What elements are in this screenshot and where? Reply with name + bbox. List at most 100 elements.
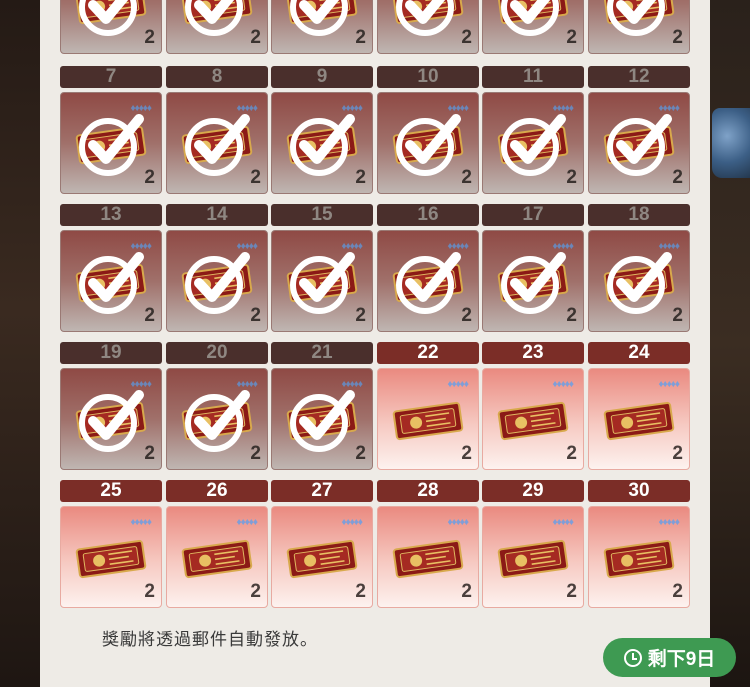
background-blue-object bbox=[712, 108, 750, 178]
checkmark-icon bbox=[79, 252, 144, 314]
reward-amount: 2 bbox=[250, 581, 261, 602]
reward-card[interactable]: ♦♦♦♦♦2 bbox=[60, 0, 162, 54]
reward-card[interactable]: ♦♦♦♦♦2 bbox=[60, 368, 162, 470]
checkmark-icon bbox=[290, 114, 355, 176]
reward-card[interactable]: ♦♦♦♦♦ 2 bbox=[482, 506, 584, 608]
reward-card[interactable]: ♦♦♦♦♦2 bbox=[60, 230, 162, 332]
reward-amount: 2 bbox=[355, 443, 366, 464]
reward-card[interactable]: ♦♦♦♦♦2 bbox=[377, 0, 479, 54]
reward-amount: 2 bbox=[672, 443, 683, 464]
gem-icons: ♦♦♦♦♦ bbox=[552, 517, 573, 528]
ticket-icon bbox=[497, 401, 569, 441]
gem-icons: ♦♦♦♦♦ bbox=[447, 379, 468, 390]
reward-card[interactable]: ♦♦♦♦♦2 bbox=[166, 230, 268, 332]
reward-card[interactable]: ♦♦♦♦♦2 bbox=[588, 230, 690, 332]
day-number-header: 11 bbox=[482, 66, 584, 88]
ticket-icon bbox=[392, 401, 464, 441]
reward-amount: 2 bbox=[672, 27, 683, 48]
reward-amount: 2 bbox=[250, 27, 261, 48]
reward-card[interactable]: ♦♦♦♦♦2 bbox=[482, 92, 584, 194]
reward-card[interactable]: ♦♦♦♦♦2 bbox=[588, 92, 690, 194]
day-number-header: 19 bbox=[60, 342, 162, 364]
reward-amount: 2 bbox=[566, 27, 577, 48]
reward-amount: 2 bbox=[461, 581, 472, 602]
reward-card[interactable]: ♦♦♦♦♦2 bbox=[271, 92, 373, 194]
reward-card[interactable]: ♦♦♦♦♦ 2 bbox=[377, 506, 479, 608]
day-number-header: 17 bbox=[482, 204, 584, 226]
day-number-header: 13 bbox=[60, 204, 162, 226]
reward-amount: 2 bbox=[355, 581, 366, 602]
day-number-header: 27 bbox=[271, 480, 373, 502]
clock-icon bbox=[623, 648, 642, 667]
ticket-icon bbox=[392, 539, 464, 579]
checkmark-icon bbox=[185, 0, 243, 36]
ticket-icon bbox=[286, 539, 358, 579]
day-number-header: 23 bbox=[482, 342, 584, 364]
footer-note: 獎勵將透過郵件自動發放。 bbox=[102, 630, 318, 649]
reward-amount: 2 bbox=[672, 581, 683, 602]
checkmark-icon bbox=[501, 252, 566, 314]
ticket-icon bbox=[603, 401, 675, 441]
reward-card[interactable]: ♦♦♦♦♦ 2 bbox=[482, 368, 584, 470]
day-number-header: 18 bbox=[588, 204, 690, 226]
checkmark-icon bbox=[185, 114, 250, 176]
reward-amount: 2 bbox=[250, 167, 261, 188]
day-number-header: 20 bbox=[166, 342, 268, 364]
reward-card[interactable]: ♦♦♦♦♦2 bbox=[166, 92, 268, 194]
reward-card[interactable]: ♦♦♦♦♦2 bbox=[271, 230, 373, 332]
ticket-icon bbox=[603, 539, 675, 579]
checkmark-icon bbox=[396, 252, 461, 314]
reward-amount: 2 bbox=[144, 305, 155, 326]
gem-icons: ♦♦♦♦♦ bbox=[447, 517, 468, 528]
checkmark-icon bbox=[607, 114, 672, 176]
checkmark-icon bbox=[185, 252, 250, 314]
checkmark-icon bbox=[290, 390, 355, 452]
day-number-header: 10 bbox=[377, 66, 479, 88]
reward-card[interactable]: ♦♦♦♦♦2 bbox=[377, 230, 479, 332]
reward-card[interactable]: ♦♦♦♦♦2 bbox=[377, 92, 479, 194]
checkmark-icon bbox=[501, 0, 559, 36]
reward-amount: 2 bbox=[566, 443, 577, 464]
reward-card[interactable]: ♦♦♦♦♦2 bbox=[166, 368, 268, 470]
checkmark-icon bbox=[185, 390, 250, 452]
checkmark-icon bbox=[607, 252, 672, 314]
day-number-header: 29 bbox=[482, 480, 584, 502]
reward-card[interactable]: ♦♦♦♦♦2 bbox=[271, 368, 373, 470]
reward-card[interactable]: ♦♦♦♦♦2 bbox=[271, 0, 373, 54]
day-number-header: 7 bbox=[60, 66, 162, 88]
day-number-header: 16 bbox=[377, 204, 479, 226]
reward-card[interactable]: ♦♦♦♦♦ 2 bbox=[588, 368, 690, 470]
reward-card[interactable]: ♦♦♦♦♦2 bbox=[60, 92, 162, 194]
reward-card[interactable]: ♦♦♦♦♦2 bbox=[377, 368, 479, 470]
day-number-header: 15 bbox=[271, 204, 373, 226]
day-number-header: 9 bbox=[271, 66, 373, 88]
background-right bbox=[710, 0, 750, 687]
gem-icons: ♦♦♦♦♦ bbox=[552, 379, 573, 390]
reward-card[interactable]: ♦♦♦♦♦2 bbox=[271, 506, 373, 608]
reward-card[interactable]: ♦♦♦♦♦2 bbox=[482, 230, 584, 332]
checkmark-icon bbox=[79, 390, 144, 452]
reward-amount: 2 bbox=[461, 167, 472, 188]
reward-card[interactable]: ♦♦♦♦♦2 bbox=[166, 506, 268, 608]
gem-icons: ♦♦♦♦♦ bbox=[130, 517, 151, 528]
day-number-header: 8 bbox=[166, 66, 268, 88]
reward-amount: 2 bbox=[355, 167, 366, 188]
reward-card[interactable]: ♦♦♦♦♦2 bbox=[166, 0, 268, 54]
reward-card[interactable]: ♦♦♦♦♦2 bbox=[482, 0, 584, 54]
reward-amount: 2 bbox=[355, 27, 366, 48]
checkmark-icon bbox=[396, 114, 461, 176]
gem-icons: ♦♦♦♦♦ bbox=[658, 379, 679, 390]
checkmark-icon bbox=[290, 252, 355, 314]
reward-amount: 2 bbox=[566, 581, 577, 602]
day-number-header: 14 bbox=[166, 204, 268, 226]
reward-card[interactable]: ♦♦♦♦♦2 bbox=[588, 506, 690, 608]
reward-card[interactable]: ♦♦♦♦♦2 bbox=[588, 0, 690, 54]
remaining-days-label: 剩下9日 bbox=[647, 649, 716, 670]
reward-amount: 2 bbox=[672, 305, 683, 326]
day-number-header: 30 bbox=[588, 480, 690, 502]
reward-card[interactable]: ♦♦♦♦♦2 bbox=[60, 506, 162, 608]
reward-amount: 2 bbox=[566, 167, 577, 188]
reward-amount: 2 bbox=[144, 167, 155, 188]
day-number-header: 24 bbox=[588, 342, 690, 364]
checkmark-icon bbox=[501, 114, 566, 176]
